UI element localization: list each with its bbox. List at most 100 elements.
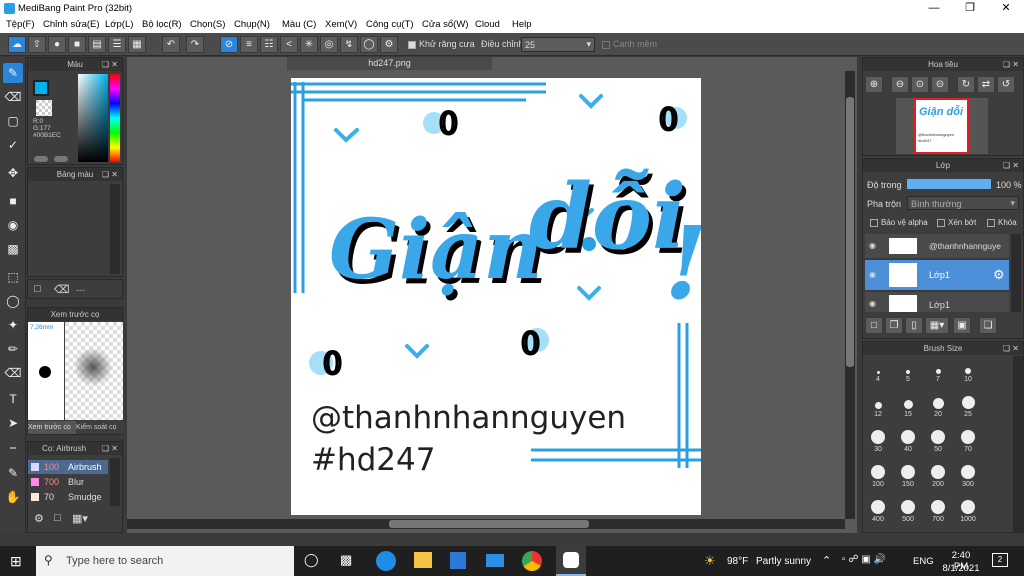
brush-size-cell[interactable]: 7: [925, 358, 951, 391]
edge-checkbox[interactable]: [602, 40, 610, 49]
weather-desc[interactable]: Partly sunny: [756, 556, 811, 567]
hue-slider[interactable]: [110, 74, 120, 162]
menu-layer[interactable]: Lớp(L): [105, 19, 133, 30]
brush-size-cell[interactable]: 70: [955, 428, 981, 461]
chrome-icon[interactable]: [522, 551, 542, 571]
edge-icon[interactable]: [376, 551, 396, 571]
blend-select[interactable]: Bình thường ▾: [907, 196, 1019, 210]
antialias-checkbox[interactable]: [408, 40, 416, 49]
gallery-icon[interactable]: ■: [68, 36, 86, 53]
new-layer-icon[interactable]: □: [865, 317, 883, 334]
brush-size-cell[interactable]: 150: [895, 463, 921, 496]
brush-size-cell[interactable]: 40: [895, 428, 921, 461]
circle-snap-icon[interactable]: ◎: [320, 36, 338, 53]
panel-close-icon[interactable]: ❏ ✕: [102, 442, 118, 455]
select-eraser-tool-icon[interactable]: ⌫: [3, 363, 23, 383]
eraser-tool-icon[interactable]: ⌫: [3, 87, 23, 107]
radial-snap-icon[interactable]: ✳: [300, 36, 318, 53]
parallel-snap-icon[interactable]: ≡: [240, 36, 258, 53]
zoom-fit-icon[interactable]: ⊙: [911, 76, 929, 93]
document-icon[interactable]: ▤: [88, 36, 106, 53]
brush-size-cell[interactable]: 700: [925, 498, 951, 531]
magic-wand-tool-icon[interactable]: ✦: [3, 315, 23, 335]
opacity-slider[interactable]: [907, 179, 991, 189]
menu-file[interactable]: Tệp(F): [6, 19, 35, 30]
cross-snap-icon[interactable]: ☷: [260, 36, 278, 53]
menu-cloud[interactable]: Cloud: [475, 19, 500, 30]
add-brush-icon[interactable]: ⚙: [34, 512, 44, 525]
vertical-scroll-thumb[interactable]: [846, 97, 854, 367]
close-button[interactable]: ✕: [988, 0, 1024, 17]
brush-size-cell[interactable]: 100: [865, 463, 891, 496]
brush-size-cell[interactable]: 400: [865, 498, 891, 531]
color-saturation-box[interactable]: [78, 74, 108, 162]
clipping-checkbox[interactable]: [937, 218, 945, 227]
brush-size-cell[interactable]: 20: [925, 393, 951, 426]
foreground-color-swatch[interactable]: [33, 80, 49, 96]
zoom-in-icon[interactable]: ⊕: [865, 76, 883, 93]
brush-size-cell[interactable]: 1000: [955, 498, 981, 531]
menu-color[interactable]: Màu (C): [282, 19, 316, 30]
tray-icons[interactable]: ▫ ☍ ▣ 🔊: [842, 554, 886, 565]
menu-edit[interactable]: Chỉnh sửa(E): [43, 19, 100, 30]
ellipse-snap-icon[interactable]: ◯: [360, 36, 378, 53]
eye-icon[interactable]: ◉: [869, 270, 876, 279]
undo-icon[interactable]: ↶: [162, 36, 180, 53]
menu-capture[interactable]: Chụp(N): [234, 19, 270, 30]
menu-select[interactable]: Chọn(S): [190, 19, 225, 30]
panel-close-icon[interactable]: ❏ ✕: [1003, 159, 1019, 172]
menu-window[interactable]: Cửa sổ(W): [422, 19, 468, 30]
medibang-taskbar-button[interactable]: [556, 546, 586, 576]
folder-icon[interactable]: ▣: [953, 317, 971, 334]
move-tool-icon[interactable]: ✥: [3, 163, 23, 183]
select-pen-tool-icon[interactable]: ✏: [3, 339, 23, 359]
select-tool-icon[interactable]: ⬚: [3, 267, 23, 287]
zoom-actual-icon[interactable]: ⊝: [931, 76, 949, 93]
brush-item-airbrush[interactable]: 100 Airbrush: [28, 460, 108, 474]
panel-close-icon[interactable]: ❏ ✕: [102, 58, 118, 71]
fill-rect-tool-icon[interactable]: ■: [3, 191, 23, 211]
brush-item-blur[interactable]: 700 Blur: [28, 475, 108, 489]
dot-tool-icon[interactable]: ▢: [3, 111, 23, 131]
gear-icon[interactable]: ⚙: [993, 267, 1005, 283]
bucket-tool-icon[interactable]: ◉: [3, 215, 23, 235]
snap-off-icon[interactable]: ⊘: [220, 36, 238, 53]
brush-size-cell[interactable]: 5: [895, 358, 921, 391]
brush-size-cell[interactable]: 25: [955, 393, 981, 426]
menu-filter[interactable]: Bộ lọc(R): [142, 19, 182, 30]
lock-checkbox[interactable]: [987, 218, 995, 227]
maximize-button[interactable]: ❐: [952, 0, 988, 17]
document-canvas[interactable]: 0 0 0 0 Giận Giận dỗi dỗi ! @thanhnhanng…: [291, 78, 701, 515]
brush-size-cell[interactable]: 15: [895, 393, 921, 426]
new-page-icon[interactable]: □: [34, 283, 41, 295]
brush-list-scrollbar[interactable]: [110, 458, 120, 506]
menu-view[interactable]: Xem(V): [325, 19, 357, 30]
brush-size-cell[interactable]: 30: [865, 428, 891, 461]
operation-tool-icon[interactable]: ➤: [3, 413, 23, 433]
search-box[interactable]: ⚲ Type here to search: [36, 546, 294, 576]
notification-icon[interactable]: 2: [992, 553, 1008, 567]
eyedropper-tool-icon[interactable]: ✎: [3, 463, 23, 483]
brush-size-cell[interactable]: 50: [925, 428, 951, 461]
brush-size-cell[interactable]: 200: [925, 463, 951, 496]
background-color-swatch[interactable]: [36, 100, 52, 116]
brush-size-cell[interactable]: 300: [955, 463, 981, 496]
file-explorer-icon[interactable]: [414, 552, 432, 568]
layer-menu-icon[interactable]: ▦▾: [925, 317, 949, 334]
windows-start-icon[interactable]: ⊞: [10, 554, 22, 568]
weather-temp[interactable]: 98°F: [727, 556, 748, 567]
layer-row-selected[interactable]: ◉ Lớp1 ⚙: [865, 260, 1009, 290]
layer-row[interactable]: ◉ Lớp1: [865, 292, 1009, 312]
horizontal-scroll-thumb[interactable]: [389, 520, 589, 528]
comment-icon[interactable]: ●: [48, 36, 66, 53]
copy-layer-icon[interactable]: ❐: [885, 317, 903, 334]
brush-menu-icon[interactable]: ▦▾: [72, 512, 88, 525]
share-icon[interactable]: ⇧: [28, 36, 46, 53]
mail-icon[interactable]: [486, 554, 504, 567]
panel-close-icon[interactable]: ❏ ✕: [1003, 342, 1019, 355]
language-indicator[interactable]: ENG: [913, 556, 934, 567]
merge-layer-icon[interactable]: ❏: [979, 317, 997, 334]
text-tool-icon[interactable]: T: [3, 389, 23, 409]
reset-rotate-icon[interactable]: ↺: [997, 76, 1015, 93]
clock-date[interactable]: 8/1/2021: [940, 563, 982, 574]
